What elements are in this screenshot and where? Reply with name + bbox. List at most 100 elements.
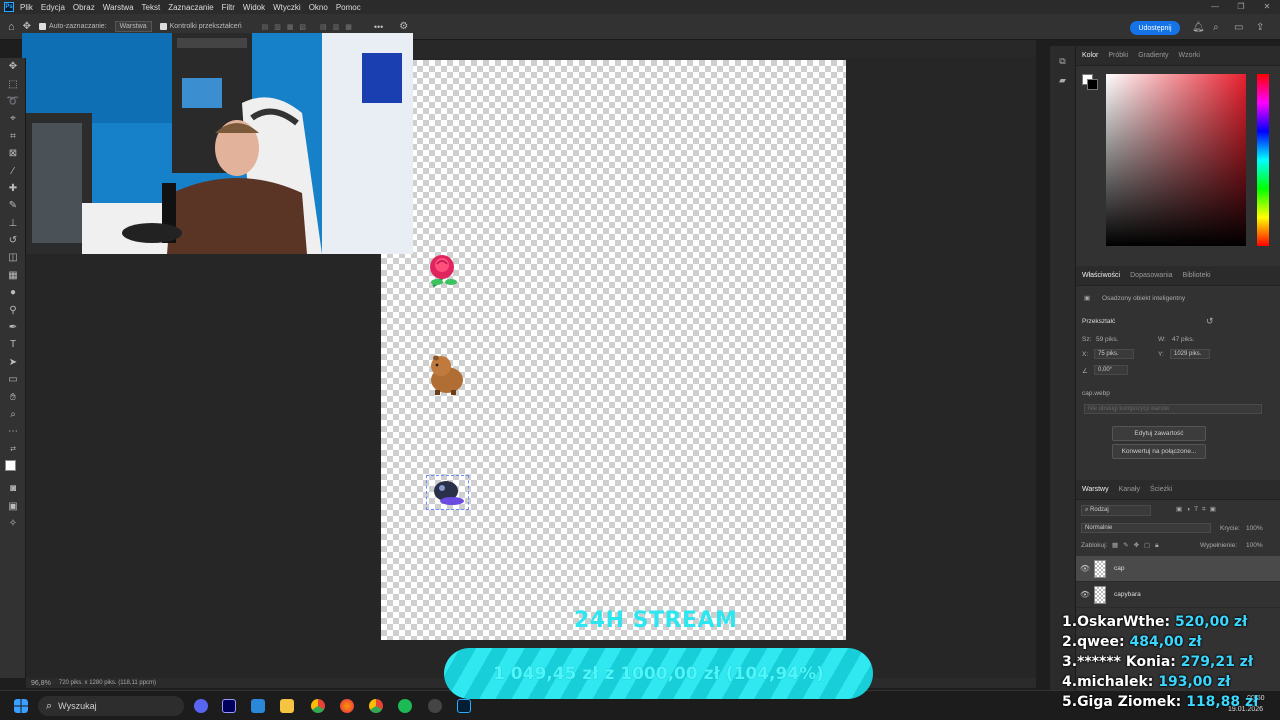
color-picker-field[interactable]	[1106, 74, 1246, 246]
auto-select-checkbox[interactable]: Auto-zaznaczanie:	[39, 23, 107, 30]
layer-filter-icons[interactable]: ▣◑T⌗▣	[1176, 505, 1220, 514]
blur-tool-icon[interactable]: ●	[0, 284, 26, 301]
file-explorer-icon[interactable]	[280, 699, 294, 713]
x-field[interactable]: 75 piks.	[1094, 349, 1134, 359]
capybara-sticker-icon[interactable]	[427, 352, 467, 396]
lock-icons[interactable]: ▦✎✥▢🔒︎	[1112, 541, 1164, 550]
foreground-color-swatch[interactable]	[5, 459, 16, 471]
menu-plugins[interactable]: Wtyczki	[273, 3, 301, 12]
tab-swatches[interactable]: Próbki	[1108, 52, 1128, 59]
menu-select[interactable]: Zaznaczanie	[168, 3, 213, 12]
rectangle-tool-icon[interactable]: ▭	[0, 371, 26, 388]
lasso-tool-icon[interactable]: ➰	[0, 93, 26, 110]
menu-layer[interactable]: Warstwa	[103, 3, 134, 12]
align-icons[interactable]: ▤▥▦▧ ▤▥▦	[262, 23, 358, 31]
more-options-icon[interactable]: •••	[374, 22, 383, 32]
home-icon[interactable]: ⌂	[8, 21, 15, 33]
menu-file[interactable]: Plik	[20, 3, 33, 12]
maximize-icon[interactable]: ❐	[1228, 0, 1254, 14]
history-icon[interactable]: ⧉	[1050, 56, 1075, 67]
layer-row-cap[interactable]: 👁︎ cap	[1076, 556, 1280, 582]
menu-image[interactable]: Obraz	[73, 3, 95, 12]
stamp-tool-icon[interactable]: ⊥	[0, 215, 26, 232]
eraser-tool-icon[interactable]: ◫	[0, 249, 26, 266]
quick-mask-icon[interactable]: ◙	[0, 480, 26, 497]
chrome-icon-2[interactable]	[369, 699, 383, 713]
zoom-level[interactable]: 96,8%	[31, 680, 51, 687]
tab-paths[interactable]: Ścieżki	[1150, 486, 1172, 493]
cap-sticker-icon[interactable]	[430, 479, 466, 507]
height-value[interactable]: 47 piks.	[1172, 336, 1194, 343]
close-icon[interactable]: ✕	[1254, 0, 1280, 14]
gradient-tool-icon[interactable]: ▦	[0, 267, 26, 284]
history-brush-icon[interactable]: ↺	[0, 232, 26, 249]
fill-value[interactable]: 100%	[1246, 542, 1263, 549]
settings-gear-icon[interactable]: ⚙	[399, 21, 408, 32]
visibility-eye-icon[interactable]: 👁︎	[1076, 564, 1094, 573]
menu-filter[interactable]: Filtr	[222, 3, 235, 12]
search-icon[interactable]: ⌕	[1213, 22, 1219, 33]
screen-mode-icon[interactable]: ▣	[0, 497, 26, 514]
layer-row-capybara[interactable]: 👁︎ capybara	[1076, 582, 1280, 608]
convert-to-linked-button[interactable]: Konwertuj na połączone...	[1112, 444, 1206, 459]
github-icon[interactable]	[428, 699, 442, 713]
background-color-swatch[interactable]	[1087, 79, 1098, 90]
hue-slider[interactable]	[1257, 74, 1269, 246]
crop-tool-icon[interactable]: ⌗	[0, 128, 26, 145]
tab-adjustments[interactable]: Dopasowania	[1130, 272, 1172, 279]
layer-comp-select[interactable]: Nie obsługi kompozycji warstw	[1084, 404, 1262, 414]
tab-patterns[interactable]: Wzorki	[1179, 52, 1200, 59]
share-export-icon[interactable]: ⇪	[1256, 22, 1264, 33]
menu-edit[interactable]: Edycja	[41, 3, 65, 12]
zoom-tool-icon[interactable]: ⌕	[0, 406, 26, 423]
pen-tool-icon[interactable]: ✒	[0, 319, 26, 336]
hand-tool-icon[interactable]: ✋︎	[0, 388, 26, 405]
dodge-tool-icon[interactable]: ⚲	[0, 301, 26, 318]
selected-layer-bounds[interactable]	[426, 475, 469, 510]
visibility-eye-icon[interactable]: 👁︎	[1076, 590, 1094, 599]
chrome-icon[interactable]	[311, 699, 325, 713]
bell-icon[interactable]: 🔔︎	[1192, 22, 1205, 33]
frame-tool-icon[interactable]: ⊠	[0, 145, 26, 162]
reset-transform-icon[interactable]: ↺	[1206, 316, 1214, 327]
width-value[interactable]: 59 piks.	[1096, 336, 1118, 343]
tab-channels[interactable]: Kanały	[1119, 486, 1140, 493]
discord-icon[interactable]	[194, 699, 208, 713]
move-tool-icon[interactable]: ✥	[0, 58, 26, 75]
share-button[interactable]: Udostępnij	[1130, 21, 1180, 35]
minimize-icon[interactable]: —	[1202, 0, 1228, 14]
y-field[interactable]: 1029 piks.	[1170, 349, 1210, 359]
blend-mode-select[interactable]: Normalnie	[1081, 523, 1211, 533]
rose-sticker-icon[interactable]	[425, 252, 463, 292]
workspace-icon[interactable]: ▭	[1234, 22, 1243, 33]
layer-filter-kind[interactable]: ⌕ Rodzaj	[1081, 505, 1151, 516]
auto-select-dropdown[interactable]: Warstwa	[114, 21, 152, 32]
tab-color[interactable]: Kolor	[1082, 52, 1098, 59]
menu-view[interactable]: Widok	[243, 3, 265, 12]
document-canvas[interactable]	[381, 60, 846, 640]
comments-icon[interactable]: ▰	[1050, 75, 1075, 86]
move-tool-icon[interactable]: ✥	[23, 21, 31, 32]
layer-name[interactable]: capybara	[1114, 591, 1141, 598]
tab-properties[interactable]: Właściwości	[1082, 272, 1120, 279]
more-tools-icon[interactable]: ⋯	[0, 423, 26, 440]
taskbar-search[interactable]: ⌕ Wyszukaj	[38, 696, 184, 716]
menu-type[interactable]: Tekst	[142, 3, 161, 12]
after-effects-icon[interactable]	[222, 699, 236, 713]
firefox-icon[interactable]	[340, 699, 354, 713]
color-swatches[interactable]	[0, 458, 26, 480]
spotify-icon[interactable]	[398, 699, 412, 713]
document-info[interactable]: 720 piks. x 1280 piks. (118,11 ppcm)	[59, 680, 156, 686]
object-selection-tool-icon[interactable]: ⌖	[0, 110, 26, 127]
tab-layers[interactable]: Warstwy	[1082, 486, 1109, 493]
angle-field[interactable]: 0,00°	[1094, 365, 1128, 375]
edit-contents-button[interactable]: Edytuj zawartość	[1112, 426, 1206, 441]
eyedropper-tool-icon[interactable]: ⁄	[0, 162, 26, 179]
layer-name[interactable]: cap	[1114, 565, 1124, 572]
transform-controls-checkbox[interactable]: Kontrolki przekształceń	[159, 23, 242, 30]
path-selection-icon[interactable]: ➤	[0, 354, 26, 371]
tab-libraries[interactable]: Biblioteki	[1183, 272, 1211, 279]
type-tool-icon[interactable]: T	[0, 336, 26, 353]
tab-gradients[interactable]: Gradienty	[1138, 52, 1168, 59]
marquee-tool-icon[interactable]: ⬚	[0, 75, 26, 92]
